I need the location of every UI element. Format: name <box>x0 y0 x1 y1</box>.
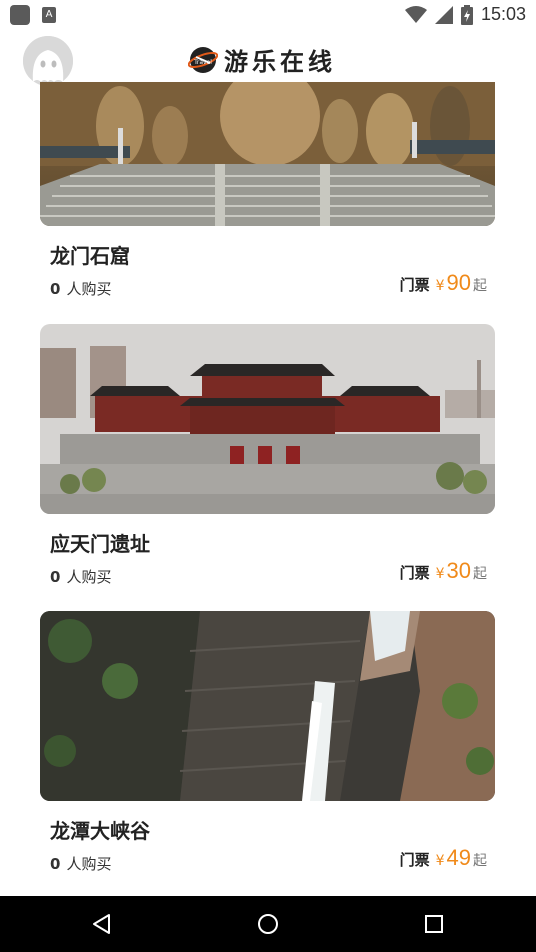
attraction-name[interactable]: 龙门石窟 <box>50 240 130 269</box>
price-currency: ¥ <box>435 566 445 582</box>
app-notification-icon <box>10 5 30 25</box>
buyers-label: 人购买 <box>66 855 112 873</box>
signal-icon <box>434 5 453 24</box>
ticket-price: 门票 ¥ 49 起 <box>400 845 487 871</box>
logo-text: Travel <box>193 59 212 66</box>
attraction-card[interactable]: 龙潭大峡谷 0 人购买 门票 ¥ 49 起 <box>40 611 495 891</box>
price-suffix: 起 <box>473 566 487 582</box>
buyers-count: 0 <box>50 855 61 873</box>
attraction-card[interactable]: 应天门遗址 0 人购买 门票 ¥ 30 起 <box>40 324 495 604</box>
price-label: 门票 <box>399 276 430 294</box>
price-label: 门票 <box>399 851 430 869</box>
ticket-price: 门票 ¥ 90 起 <box>400 270 487 296</box>
buyers-info: 0 人购买 <box>50 853 111 874</box>
status-bar: A 15:03 <box>0 0 536 30</box>
buyers-label: 人购买 <box>66 280 112 298</box>
status-time: 15:03 <box>480 4 526 24</box>
attraction-list[interactable]: 龙门石窟 0 人购买 门票 ¥ 90 起 应天门遗址 0 人购买 门票 ¥ 30… <box>0 82 536 896</box>
attraction-image[interactable] <box>40 324 495 514</box>
attraction-name[interactable]: 应天门遗址 <box>50 528 150 557</box>
price-value: 30 <box>446 558 471 583</box>
attraction-image[interactable] <box>40 611 495 801</box>
brand: Travel 游乐在线 <box>188 42 336 77</box>
price-currency: ¥ <box>435 853 445 869</box>
price-suffix: 起 <box>473 853 487 869</box>
back-icon[interactable] <box>86 908 118 940</box>
battery-icon <box>460 4 473 25</box>
price-value: 90 <box>446 270 471 295</box>
buyers-info: 0 人购买 <box>50 278 111 299</box>
buyers-count: 0 <box>50 280 61 298</box>
price-label: 门票 <box>399 564 430 582</box>
ticket-price: 门票 ¥ 30 起 <box>400 558 487 584</box>
attraction-name[interactable]: 龙潭大峡谷 <box>50 815 150 844</box>
page-title: 游乐在线 <box>224 48 336 76</box>
buyers-count: 0 <box>50 568 61 586</box>
price-currency: ¥ <box>435 278 445 294</box>
recents-icon[interactable] <box>418 908 450 940</box>
attraction-image[interactable] <box>40 82 495 226</box>
home-icon[interactable] <box>252 908 284 940</box>
system-nav-bar <box>0 896 536 952</box>
travel-logo-icon: Travel <box>188 46 218 73</box>
a-notification-icon: A <box>42 7 56 23</box>
attraction-card[interactable]: 龙门石窟 0 人购买 门票 ¥ 90 起 <box>40 82 495 316</box>
buyers-label: 人购买 <box>66 568 112 586</box>
price-value: 49 <box>446 845 471 870</box>
ghost-avatar-icon[interactable] <box>23 36 73 86</box>
buyers-info: 0 人购买 <box>50 566 111 587</box>
price-suffix: 起 <box>473 278 487 294</box>
wifi-icon <box>404 5 427 23</box>
app-header: Travel 游乐在线 <box>0 30 536 86</box>
